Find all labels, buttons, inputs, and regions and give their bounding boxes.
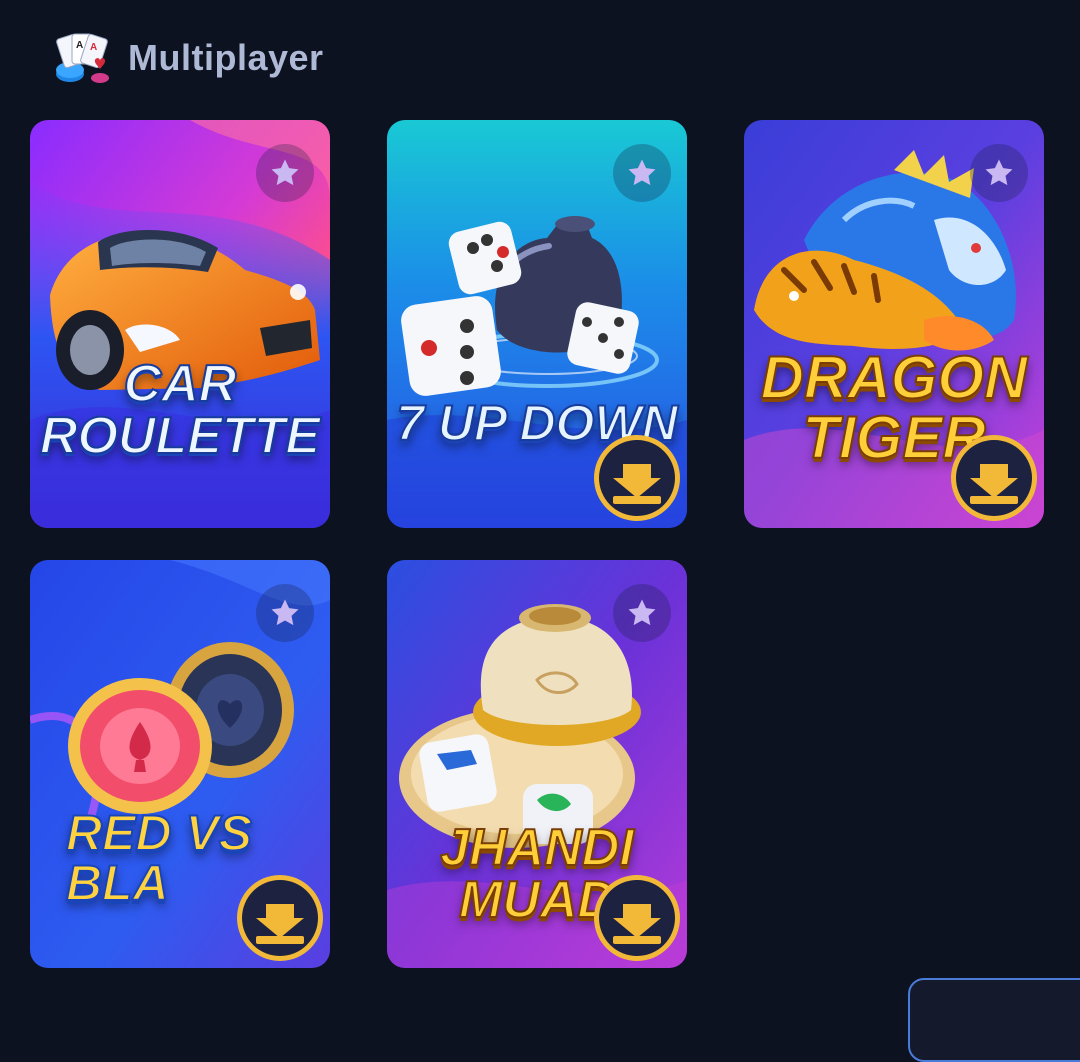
game-card-dragon-tiger[interactable]: DRAGON TIGER bbox=[744, 120, 1044, 528]
game-card-car-roulette[interactable]: CAR ROULETTE bbox=[30, 120, 330, 528]
download-icon[interactable] bbox=[593, 434, 681, 522]
favorite-star-icon[interactable] bbox=[256, 584, 314, 642]
favorite-star-icon[interactable] bbox=[613, 584, 671, 642]
floating-widget[interactable] bbox=[908, 978, 1080, 1062]
game-title: CAR ROULETTE bbox=[39, 355, 321, 465]
favorite-star-icon[interactable] bbox=[256, 144, 314, 202]
svg-text:A: A bbox=[90, 42, 97, 53]
download-icon[interactable] bbox=[950, 434, 1038, 522]
section-header: A A Multiplayer bbox=[52, 28, 324, 88]
game-card-jhandi-munda[interactable]: JHANDI MUAD bbox=[387, 560, 687, 968]
download-icon[interactable] bbox=[593, 874, 681, 962]
game-card-red-vs-black[interactable]: RED VS BLA bbox=[30, 560, 330, 968]
playing-cards-icon: A A bbox=[52, 30, 114, 86]
svg-text:A: A bbox=[76, 40, 83, 51]
download-icon[interactable] bbox=[236, 874, 324, 962]
game-card-7-up-down[interactable]: 7 UP DOWN bbox=[387, 120, 687, 528]
favorite-star-icon[interactable] bbox=[613, 144, 671, 202]
section-title: Multiplayer bbox=[128, 37, 324, 78]
favorite-star-icon[interactable] bbox=[970, 144, 1028, 202]
